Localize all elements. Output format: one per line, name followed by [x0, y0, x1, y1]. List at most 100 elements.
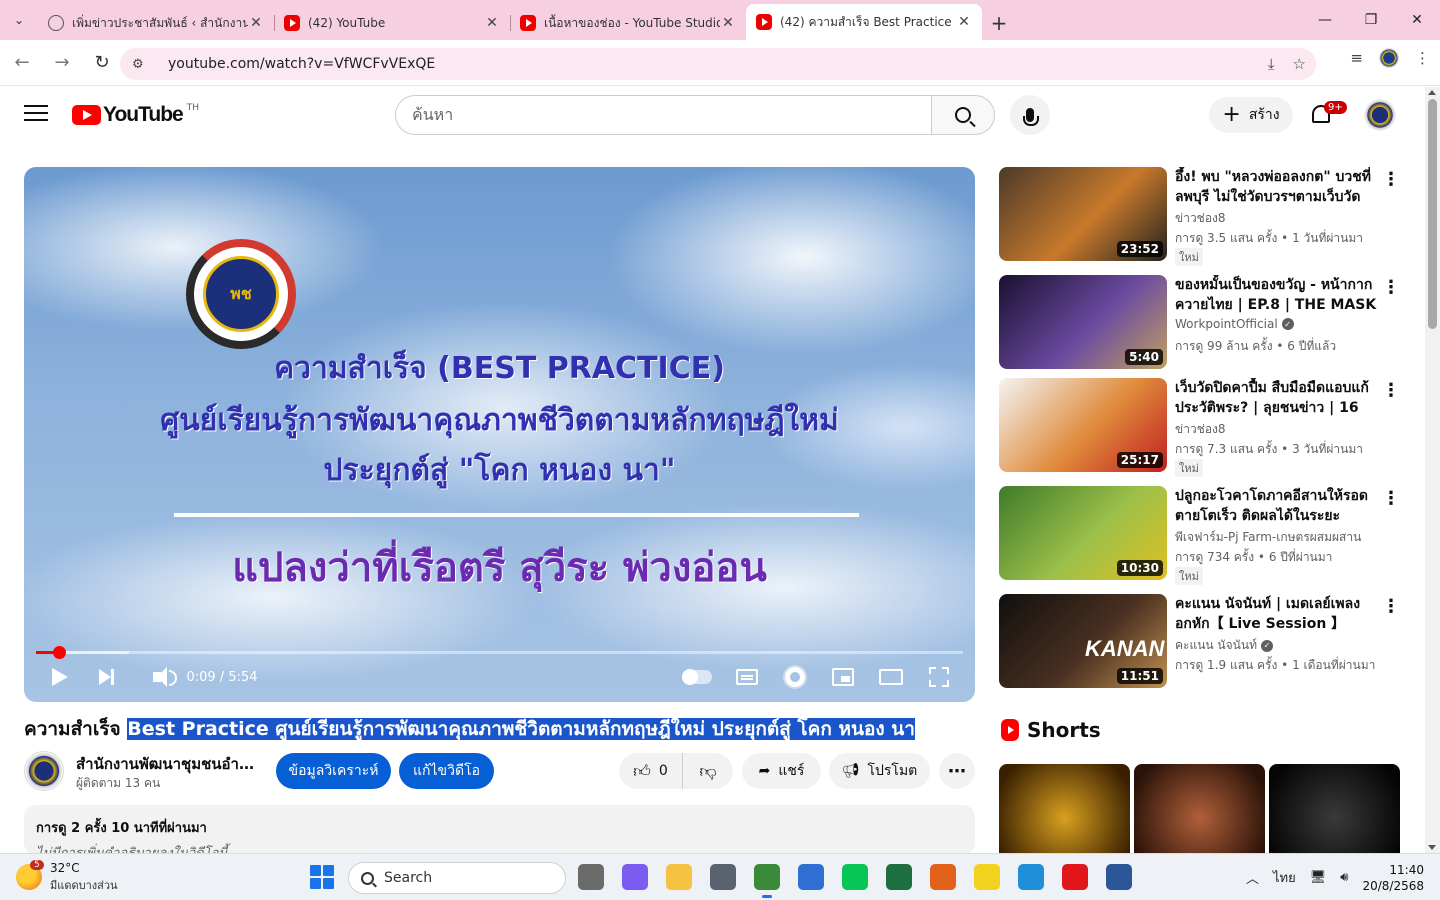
fullscreen-button[interactable] — [928, 662, 950, 692]
account-avatar[interactable] — [1364, 99, 1396, 131]
clock[interactable]: 11:40 20/8/2568 — [1362, 862, 1424, 894]
play-button[interactable] — [48, 662, 72, 692]
reload-icon[interactable]: ↻ — [84, 45, 120, 81]
tab-close-icon[interactable]: ✕ — [248, 15, 264, 31]
input-language[interactable]: ไทย — [1273, 867, 1296, 888]
minimize-icon[interactable]: — — [1302, 0, 1348, 40]
site-info-icon[interactable]: ⚙ — [132, 57, 154, 72]
taskbar-search[interactable]: Search — [348, 862, 566, 894]
short-thumbnail[interactable] — [1269, 764, 1400, 854]
notepad-icon[interactable] — [798, 864, 824, 890]
video-thumbnail[interactable]: 10:30 — [999, 486, 1167, 580]
recommendation-item[interactable]: 25:17 เว็บวัดปิดคาปื้ม สืบมือมืดแอบแก้ประ… — [999, 378, 1401, 477]
settings-button[interactable] — [784, 662, 806, 692]
short-thumbnail[interactable] — [999, 764, 1130, 854]
speaker-icon[interactable]: 🔊︎ — [1340, 870, 1348, 885]
forward-icon[interactable]: → — [44, 45, 80, 81]
recommendation-item[interactable]: 23:52 อึ้ง! พบ "หลวงพ่ออลงกต" บวชที่ลพบุร… — [999, 167, 1401, 266]
page-scrollbar[interactable] — [1425, 87, 1440, 853]
profile-avatar-icon[interactable] — [1379, 48, 1399, 68]
tab-close-icon[interactable]: ✕ — [956, 14, 972, 30]
video-thumbnail[interactable]: 25:17 — [999, 378, 1167, 472]
new-tab-button[interactable]: + — [982, 6, 1016, 40]
recommendation-channel[interactable]: ข่าวช่อง8 — [1175, 420, 1226, 439]
recommendation-title[interactable]: อึ้ง! พบ "หลวงพ่ออลงกต" บวชที่ลพบุรี ไม่… — [1175, 167, 1379, 207]
browser-tab-0[interactable]: เพิ่มข่าวประชาสัมพันธ์ ‹ สำนักงานพัฒ ✕ — [38, 6, 274, 40]
recommendation-title[interactable]: ปลูกอะโวคาโดภาคอีสานให้รอดตายโตเร็ว ติดผ… — [1175, 486, 1379, 526]
search-button[interactable] — [931, 95, 995, 135]
tab-close-icon[interactable]: ✕ — [720, 15, 736, 31]
like-button[interactable]: 👍︎ 0 — [619, 753, 683, 789]
start-button[interactable] — [310, 865, 334, 889]
tab-close-icon[interactable]: ✕ — [484, 15, 500, 31]
more-vertical-icon[interactable]: ⋮ — [1381, 169, 1401, 190]
dislike-button[interactable]: 👎︎ — [683, 753, 733, 789]
line-icon[interactable] — [842, 864, 868, 890]
task-view-icon[interactable] — [578, 864, 604, 890]
youtube-logo[interactable]: YouTube TH — [72, 103, 199, 127]
scrubber-handle[interactable] — [53, 646, 67, 659]
install-app-icon[interactable]: ⤓ — [1268, 55, 1275, 73]
calculator-icon[interactable] — [710, 864, 736, 890]
firefox-icon[interactable] — [930, 864, 956, 890]
recommendation-channel[interactable]: WorkpointOfficial ✓ — [1175, 317, 1294, 331]
short-thumbnail[interactable] — [1134, 764, 1265, 854]
more-vertical-icon[interactable]: ⋮ — [1381, 596, 1401, 617]
recommendation-title[interactable]: เว็บวัดปิดคาปื้ม สืบมือมืดแอบแก้ประวัติพ… — [1175, 378, 1379, 418]
recommendation-item[interactable]: 5:40 ของหมั้นเป็นของขวัญ - หน้ากากควายไทย… — [999, 275, 1401, 371]
miniplayer-button[interactable] — [830, 662, 856, 692]
notifications-button[interactable]: 9+ — [1308, 101, 1347, 129]
video-player[interactable]: พช ความสำเร็จ (BEST PRACTICE) ศูนย์เรียน… — [24, 167, 975, 702]
browser-tab-3[interactable]: (42) ความสำเร็จ Best Practice ศูนย์ ✕ — [746, 4, 982, 40]
more-vertical-icon[interactable]: ⋮ — [1381, 380, 1401, 401]
file-explorer-icon[interactable] — [666, 864, 692, 890]
edit-video-button[interactable]: แก้ไขวิดีโอ — [399, 753, 494, 789]
progress-bar[interactable] — [36, 646, 963, 659]
restore-icon[interactable]: ❐ — [1348, 0, 1394, 40]
channel-avatar[interactable] — [24, 751, 64, 791]
video-thumbnail[interactable]: KANAN 11:51 — [999, 594, 1167, 688]
recommendation-item[interactable]: 10:30 ปลูกอะโวคาโดภาคอีสานให้รอดตายโตเร็ว… — [999, 486, 1401, 585]
copilot-icon[interactable] — [622, 864, 648, 890]
subtitles-button[interactable] — [734, 662, 760, 692]
bookmark-star-icon[interactable]: ☆ — [1293, 55, 1306, 73]
recommendation-channel[interactable]: คะแนน นัจนันท์ ✓ — [1175, 636, 1273, 655]
edge-icon[interactable] — [1018, 864, 1044, 890]
description-box[interactable]: การดู 2 ครั้ง 10 นาทีที่ผ่านมา ไม่มีการเ… — [24, 805, 975, 855]
search-input[interactable]: ค้นหา — [395, 95, 932, 135]
browser-tab-1[interactable]: (42) YouTube ✕ — [274, 6, 510, 40]
analytics-button[interactable]: ข้อมูลวิเคราะห์ — [276, 753, 391, 789]
recommendation-item[interactable]: KANAN 11:51 คะแนน นัจนันท์ | เมดเลย์เพลงอก… — [999, 594, 1401, 690]
excel-icon[interactable] — [886, 864, 912, 890]
video-thumbnail[interactable]: 5:40 — [999, 275, 1167, 369]
autoplay-toggle[interactable] — [680, 662, 714, 692]
scroll-up-icon[interactable] — [1428, 90, 1436, 95]
back-icon[interactable]: ← — [4, 45, 40, 81]
weather-widget[interactable]: 5 32°C มีแดดบางส่วน — [16, 860, 118, 894]
more-vertical-icon[interactable]: ⋮ — [1381, 488, 1401, 509]
scroll-down-icon[interactable] — [1428, 845, 1436, 850]
opera-icon[interactable] — [1062, 864, 1088, 890]
browser-tab-2[interactable]: เนื้อหาของช่อง - YouTube Studio ✕ — [510, 6, 746, 40]
more-vertical-icon[interactable]: ⋮ — [1381, 277, 1401, 298]
create-button[interactable]: + สร้าง — [1209, 97, 1293, 133]
recommendation-title[interactable]: ของหมั้นเป็นของขวัญ - หน้ากากควายไทย | E… — [1175, 275, 1379, 315]
show-hidden-icons-icon[interactable]: ︿ — [1246, 868, 1259, 887]
video-thumbnail[interactable]: 23:52 — [999, 167, 1167, 261]
scrollbar-thumb[interactable] — [1428, 99, 1437, 329]
promote-button[interactable]: 📢︎ โปรโมต — [829, 753, 930, 789]
theater-mode-button[interactable] — [878, 662, 904, 692]
mute-button[interactable] — [142, 662, 177, 692]
address-bar[interactable]: ⚙ youtube.com/watch?v=VfWCFvVExQE ⤓ ☆ — [120, 48, 1316, 80]
media-control-icon[interactable]: ≡ — [1350, 49, 1363, 67]
sticky-notes-icon[interactable] — [974, 864, 1000, 890]
network-icon[interactable]: 🖥︎ — [1310, 870, 1327, 885]
next-button[interactable] — [94, 662, 118, 692]
share-button[interactable]: ➦ แชร์ — [742, 753, 821, 789]
channel-name[interactable]: สำนักงานพัฒนาชุมชนอำเภอ — [76, 752, 254, 776]
menu-icon[interactable] — [24, 105, 48, 123]
close-window-icon[interactable]: ✕ — [1394, 0, 1440, 40]
recommendation-channel[interactable]: พีเจฟาร์ม-Pj Farm-เกษตรผสมผสาน — [1175, 528, 1361, 547]
chrome-icon[interactable] — [754, 864, 780, 898]
voice-search-button[interactable] — [1010, 95, 1050, 135]
